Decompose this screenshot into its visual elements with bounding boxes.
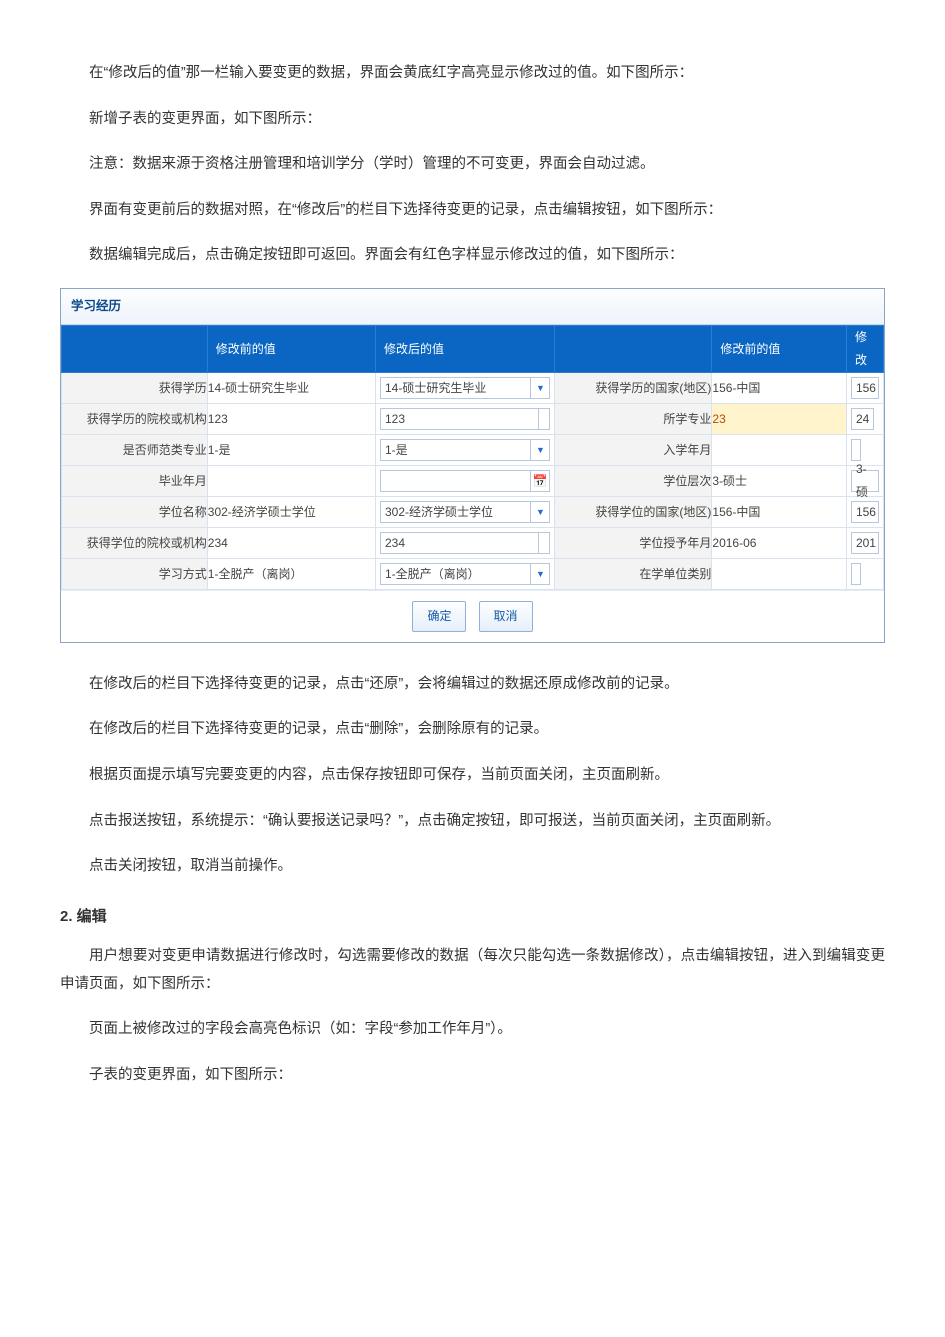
before-value: 234 — [207, 528, 375, 559]
paragraph: 页面上被修改过的字段会高亮色标识（如：字段“参加工作年月”）。 — [60, 1016, 885, 1044]
col-header-before2: 修改前的值 — [712, 326, 847, 373]
before-value: 123 — [207, 404, 375, 435]
label-degree-name: 学位名称 — [62, 497, 208, 528]
major-input-cut[interactable]: 24 — [851, 408, 874, 430]
combo-text: 1-是 — [381, 439, 530, 462]
study-org-input-cut[interactable] — [851, 563, 861, 585]
degree-school-input[interactable]: 234 — [380, 532, 550, 554]
label-degree-school: 获得学位的院校或机构 — [62, 528, 208, 559]
table-row: 是否师范类专业 1-是 1-是 ▼ 入学年月 — [62, 435, 884, 466]
country-input-cut[interactable]: 156 — [851, 377, 879, 399]
label-degree-level: 学位层次 — [555, 466, 712, 497]
degree-name-combo[interactable]: 302-经济学硕士学位 ▼ — [380, 501, 550, 523]
label-study-org-type: 在学单位类别 — [555, 559, 712, 590]
paragraph: 注意：数据来源于资格注册管理和培训学分（学时）管理的不可变更，界面会自动过滤。 — [60, 151, 885, 179]
paragraph: 在修改后的栏目下选择待变更的记录，点击“还原”，会将编辑过的数据还原成修改前的记… — [60, 671, 885, 699]
table-row: 获得学历 14-硕士研究生毕业 14-硕士研究生毕业 ▼ 获得学历的国家(地区)… — [62, 373, 884, 404]
paragraph: 界面有变更前后的数据对照，在“修改后”的栏目下选择待变更的记录，点击编辑按钮，如… — [60, 197, 885, 225]
chevron-down-icon: ▼ — [530, 502, 549, 522]
before-value: 1-是 — [207, 435, 375, 466]
paragraph: 根据页面提示填写完要变更的内容，点击保存按钮即可保存，当前页面关闭，主页面刷新。 — [60, 762, 885, 790]
table-row: 获得学位的院校或机构 234 234 学位授予年月 2016-06 201 — [62, 528, 884, 559]
label-education: 获得学历 — [62, 373, 208, 404]
education-combo[interactable]: 14-硕士研究生毕业 ▼ — [380, 377, 550, 399]
paragraph: 数据编辑完成后，点击确定按钮即可返回。界面会有红色字样显示修改过的值，如下图所示… — [60, 242, 885, 270]
school-input[interactable]: 123 — [380, 408, 550, 430]
grad-date-input[interactable]: 📅 — [380, 470, 550, 492]
before-value-highlight: 23 — [712, 404, 847, 435]
input-divider — [538, 409, 549, 429]
before-value: 156-中国 — [712, 373, 847, 404]
button-bar: 确定 取消 — [61, 590, 884, 642]
label-degree-date: 学位授予年月 — [555, 528, 712, 559]
label-major: 所学专业 — [555, 404, 712, 435]
before-value: 2016-06 — [712, 528, 847, 559]
normal-combo[interactable]: 1-是 ▼ — [380, 439, 550, 461]
col-header-after: 修改后的值 — [375, 326, 554, 373]
before-value — [207, 466, 375, 497]
before-value: 1-全脱产（离岗） — [207, 559, 375, 590]
paragraph: 点击报送按钮，系统提示：“确认要报送记录吗？”，点击确定按钮，即可报送，当前页面… — [60, 808, 885, 836]
section-heading-edit: 2. 编辑 — [60, 903, 885, 932]
paragraph: 新增子表的变更界面，如下图所示： — [60, 106, 885, 134]
table-row: 学位名称 302-经济学硕士学位 302-经济学硕士学位 ▼ 获得学位的国家(地… — [62, 497, 884, 528]
input-text: 234 — [381, 532, 538, 555]
header-row: 修改前的值 修改后的值 修改前的值 修改 — [62, 326, 884, 373]
ok-button[interactable]: 确定 — [412, 601, 466, 632]
panel-title: 学习经历 — [61, 289, 884, 326]
label-enroll-date: 入学年月 — [555, 435, 712, 466]
chevron-down-icon: ▼ — [530, 440, 549, 460]
table-row: 学习方式 1-全脱产（离岗） 1-全脱产（离岗） ▼ 在学单位类别 — [62, 559, 884, 590]
col-header-blank — [62, 326, 208, 373]
combo-text: 14-硕士研究生毕业 — [381, 377, 530, 400]
input-divider — [538, 533, 549, 553]
combo-text: 1-全脱产（离岗） — [381, 563, 530, 586]
paragraph: 子表的变更界面，如下图所示： — [60, 1062, 885, 1090]
label-degree-country: 获得学位的国家(地区) — [555, 497, 712, 528]
label-grad-date: 毕业年月 — [62, 466, 208, 497]
before-value — [712, 435, 847, 466]
label-country: 获得学历的国家(地区) — [555, 373, 712, 404]
paragraph: 在修改后的栏目下选择待变更的记录，点击“删除”，会删除原有的记录。 — [60, 716, 885, 744]
col-header-blank2 — [555, 326, 712, 373]
col-header-before: 修改前的值 — [207, 326, 375, 373]
study-mode-combo[interactable]: 1-全脱产（离岗） ▼ — [380, 563, 550, 585]
input-text: 123 — [381, 408, 538, 431]
degree-level-input-cut[interactable]: 3-硕 — [851, 470, 879, 492]
chevron-down-icon: ▼ — [530, 378, 549, 398]
label-normal-school: 是否师范类专业 — [62, 435, 208, 466]
table-row: 毕业年月 📅 学位层次 3-硕士 3-硕 — [62, 466, 884, 497]
combo-text: 302-经济学硕士学位 — [381, 501, 530, 524]
degree-date-input-cut[interactable]: 201 — [851, 532, 879, 554]
cancel-button[interactable]: 取消 — [479, 601, 533, 632]
before-value: 3-硕士 — [712, 466, 847, 497]
degree-country-input-cut[interactable]: 156 — [851, 501, 879, 523]
label-school: 获得学历的院校或机构 — [62, 404, 208, 435]
chevron-down-icon: ▼ — [530, 564, 549, 584]
before-value: 14-硕士研究生毕业 — [207, 373, 375, 404]
before-value — [712, 559, 847, 590]
table-row: 获得学历的院校或机构 123 123 所学专业 23 24 — [62, 404, 884, 435]
col-header-after2-cut: 修改 — [846, 326, 883, 373]
before-value: 156-中国 — [712, 497, 847, 528]
before-value: 302-经济学硕士学位 — [207, 497, 375, 528]
label-study-mode: 学习方式 — [62, 559, 208, 590]
paragraph: 用户想要对变更申请数据进行修改时，勾选需要修改的数据（每次只能勾选一条数据修改）… — [60, 943, 885, 998]
paragraph: 在“修改后的值”那一栏输入要变更的数据，界面会黄底红字高亮显示修改过的值。如下图… — [60, 60, 885, 88]
calendar-icon: 📅 — [530, 471, 549, 491]
form-panel: 学习经历 修改前的值 修改后的值 修改前的值 修改 — [60, 288, 885, 643]
paragraph: 点击关闭按钮，取消当前操作。 — [60, 853, 885, 881]
data-grid: 修改前的值 修改后的值 修改前的值 修改 获得学历 14-硕士研究生毕业 14-… — [61, 325, 884, 590]
